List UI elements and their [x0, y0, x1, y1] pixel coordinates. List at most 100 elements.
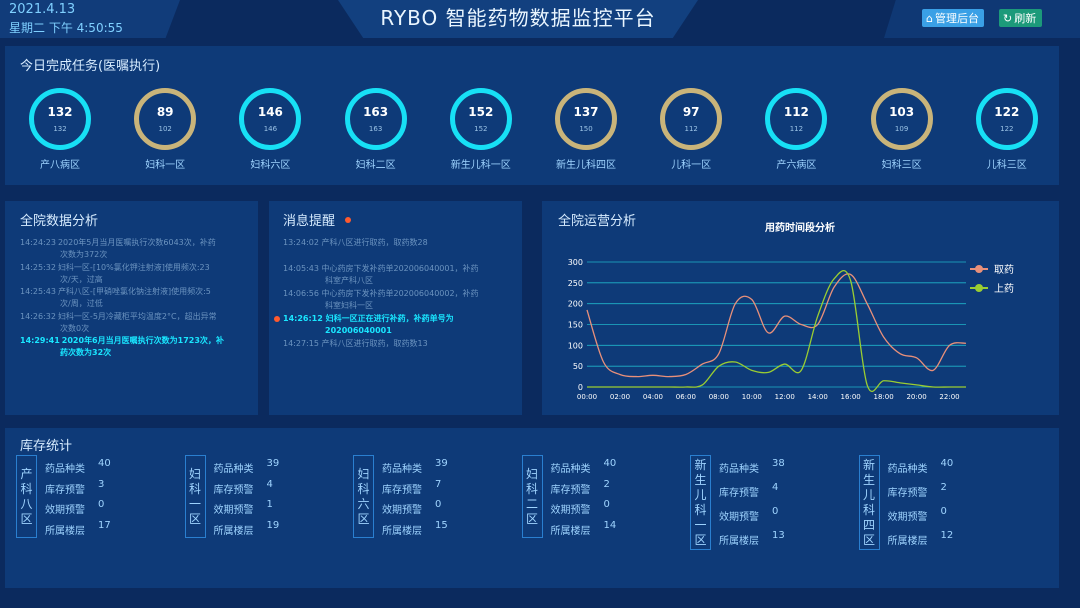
inventory-field-value: 39 [435, 458, 448, 469]
inventory-field-value: 17 [98, 519, 111, 531]
message-text: 中心药房下发补药单202006040001，补药 [321, 264, 479, 273]
task-ring-item: 103 109 妇科三区 [857, 88, 947, 178]
current-date: 2021.4.13 [9, 2, 76, 17]
message-item: 14:05:43 中心药房下发补药单202006040001，补药科室产科八区 [283, 263, 513, 287]
message-text-cont: 科室产科八区 [325, 276, 373, 285]
unread-dot-icon [345, 217, 351, 223]
task-total: 163 [368, 125, 383, 133]
x-tick-label: 22:00 [939, 393, 959, 401]
log-time: 14:26:32 [20, 311, 56, 321]
message-item: 13:24:02 产科八区进行取药，取药数28 [283, 237, 513, 249]
x-tick-label: 06:00 [676, 393, 696, 401]
analysis-title: 全院数据分析 [20, 214, 99, 229]
message-text-cont: 科室妇科一区 [325, 301, 373, 310]
task-ring: 137 150 [555, 88, 617, 150]
unit-name-char: 妇 [357, 466, 370, 481]
log-text-cont: 次数0次 [60, 323, 90, 333]
refresh-button[interactable]: ↻ 刷新 [999, 9, 1042, 27]
messages-title: 消息提醒 [283, 214, 336, 229]
x-tick-label: 04:00 [643, 393, 663, 401]
task-completed: 112 [783, 105, 809, 119]
unit-name-char: 科 [694, 502, 707, 517]
unit-name-char: 二 [525, 496, 538, 511]
message-text: 中心药房下发补药单202006040002，补药 [321, 289, 479, 298]
task-ring: 97 112 [660, 88, 723, 150]
unit-name-char: 生 [862, 472, 875, 487]
log-text-cont: 次数为372次 [60, 250, 108, 259]
task-ward-label: 新生儿科四区 [556, 160, 616, 171]
unit-name-char: 新 [694, 457, 707, 472]
operations-panel: 全院运营分析 用药时间段分析 0 50 100 150 200 250 300 00:00 02:… [542, 201, 1059, 415]
page-title: RYBO 智能药物数据监控平台 [380, 6, 656, 30]
y-tick-label: 0 [578, 383, 583, 392]
unit-name-char: 一 [694, 517, 707, 532]
active-dot-icon [274, 316, 280, 322]
analysis-log-item: 14:26:32 妇科一区-5月冷藏柜平均温度2°C，超出异常 次数0次 [20, 311, 245, 335]
analysis-log-item: 14:25:32 妇科一区-[10%氯化钾注射液]使用频次:23 次/天，过高 [20, 262, 245, 286]
task-total: 122 [1000, 125, 1014, 133]
unit-name-char: 一 [188, 496, 201, 511]
message-time: 14:05:43 [283, 264, 322, 273]
log-text-cont: 次/周，过低 [60, 299, 103, 308]
task-completed: 163 [363, 105, 389, 119]
inventory-field-value: 15 [435, 519, 448, 531]
unit-name-char: 科 [862, 502, 875, 517]
unit-name-char: 区 [357, 511, 370, 526]
admin-button[interactable]: ⌂ 管理后台 [922, 9, 984, 27]
analysis-log-item: 14:25:43 产科八区-[甲硝唑氯化钠注射液]使用频次:5 次/周，过低 [20, 286, 245, 310]
inventory-field-label: 效期预警 [45, 505, 85, 516]
task-ring-item: 152 152 新生儿科一区 [436, 88, 526, 178]
inventory-field-value: 19 [266, 519, 280, 531]
inventory-field-label: 库存预警 [887, 488, 928, 499]
inventory-unit-name: 新生儿科一区 [690, 455, 711, 550]
log-time: 14:25:32 [20, 262, 56, 272]
task-completed: 152 [468, 105, 494, 119]
inventory-field-label: 效期预警 [887, 512, 928, 523]
inventory-field-label: 效期预警 [213, 505, 254, 516]
unit-name-char: 区 [862, 532, 875, 547]
x-tick-label: 14:00 [808, 393, 828, 401]
usage-time-chart: 用药时间段分析 0 50 100 150 200 250 300 00:00 02:00 04:00… [568, 221, 1014, 401]
inventory-field-label: 库存预警 [719, 488, 759, 499]
message-time: 14:06:56 [283, 289, 322, 298]
x-tick-label: 02:00 [610, 393, 630, 401]
inventory-field-label: 药品种类 [719, 464, 759, 475]
analysis-log-item: 14:29:41 2020年6月当月医嘱执行次数为1723次，补 药次数为32次 [20, 335, 245, 359]
inventory-field-label: 药品种类 [45, 464, 85, 475]
task-total: 152 [474, 125, 488, 133]
message-time: 14:26:12 [283, 314, 326, 323]
task-total: 146 [263, 125, 278, 133]
x-tick-label: 00:00 [577, 393, 597, 401]
inventory-field-label: 药品种类 [887, 464, 928, 475]
unit-name-char: 区 [188, 511, 201, 526]
inventory-field-value: 39 [266, 458, 280, 469]
task-ring-item: 163 163 妇科二区 [331, 88, 421, 178]
task-ring: 122 122 [975, 88, 1038, 150]
task-total: 112 [789, 125, 804, 133]
inventory-unit-name: 新生儿科四区 [858, 455, 880, 550]
inventory-field-label: 库存预警 [45, 484, 85, 496]
task-ring-item: 122 122 儿科三区 [962, 88, 1052, 178]
inventory-field-label: 所属楼层 [550, 525, 591, 537]
inventory-unit-name: 妇科六区 [353, 455, 374, 538]
y-tick-label: 300 [568, 258, 583, 267]
task-ring: 103 109 [870, 88, 933, 150]
task-ring: 146 146 [239, 88, 302, 150]
unit-name-char: 六 [357, 496, 370, 511]
message-text: 产科八区进行取药，取药数13 [321, 339, 428, 348]
task-ward-label: 产六病区 [776, 160, 817, 171]
refresh-icon: ↻ [1003, 11, 1013, 25]
inventory-field-value: 14 [603, 519, 617, 531]
task-ring: 132 132 [29, 88, 91, 150]
log-text: 妇科一区-[10%氯化钾注射液]使用频次:23 [57, 262, 210, 272]
unit-name-char: 科 [357, 481, 370, 496]
inventory-field-value: 40 [603, 458, 617, 469]
inventory-field-value: 4 [772, 482, 779, 493]
task-total: 109 [894, 125, 909, 133]
inventory-field-value: 1 [266, 499, 273, 510]
unit-name-char: 科 [188, 481, 201, 496]
task-ring-item: 112 112 产六病区 [751, 88, 841, 178]
message-text: 产科八区进行取药，取药数28 [321, 238, 428, 247]
inventory-title: 库存统计 [20, 439, 73, 454]
task-ring: 152 152 [449, 88, 512, 150]
